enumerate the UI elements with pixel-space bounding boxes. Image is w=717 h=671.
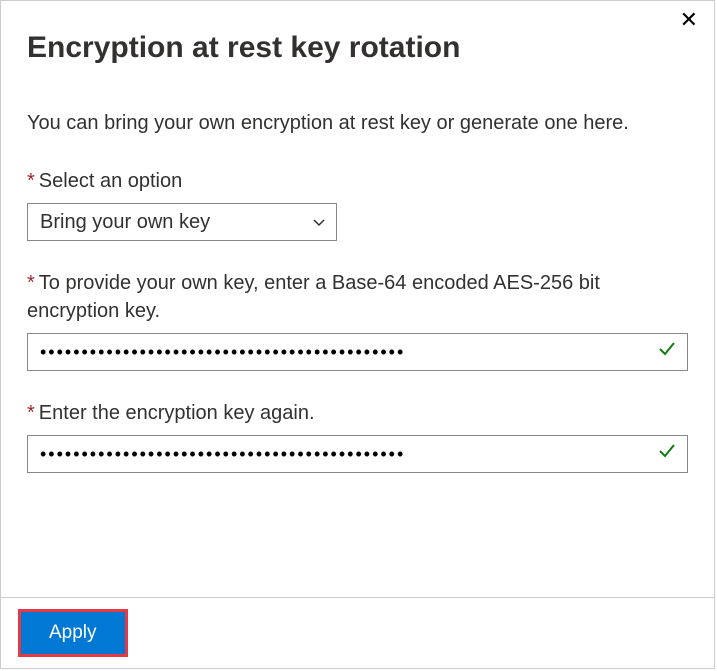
key-label: *To provide your own key, enter a Base-6… xyxy=(27,269,688,325)
required-indicator: * xyxy=(27,272,35,294)
key-input-wrapper xyxy=(27,333,688,371)
close-icon: ✕ xyxy=(680,7,698,32)
encryption-key-confirm-input[interactable] xyxy=(27,435,688,473)
key-field-group: *To provide your own key, enter a Base-6… xyxy=(27,269,688,371)
dialog-description: You can bring your own encryption at res… xyxy=(27,109,688,137)
close-button[interactable]: ✕ xyxy=(674,7,704,33)
key-confirm-label: *Enter the encryption key again. xyxy=(27,399,688,427)
required-indicator: * xyxy=(27,402,35,424)
encryption-key-input[interactable] xyxy=(27,333,688,371)
dialog-footer: Apply xyxy=(1,597,714,668)
dialog-title: Encryption at rest key rotation xyxy=(27,31,688,65)
encryption-rotation-dialog: ✕ Encryption at rest key rotation You ca… xyxy=(0,0,715,669)
option-select-wrapper: Bring your own key xyxy=(27,203,337,241)
key-confirm-input-wrapper xyxy=(27,435,688,473)
required-indicator: * xyxy=(27,170,35,192)
option-label: *Select an option xyxy=(27,167,688,195)
apply-button[interactable]: Apply xyxy=(21,612,125,654)
key-confirm-field-group: *Enter the encryption key again. xyxy=(27,399,688,473)
option-select[interactable]: Bring your own key xyxy=(27,203,337,241)
dialog-content: Encryption at rest key rotation You can … xyxy=(1,1,714,597)
option-field-group: *Select an option Bring your own key xyxy=(27,167,688,241)
